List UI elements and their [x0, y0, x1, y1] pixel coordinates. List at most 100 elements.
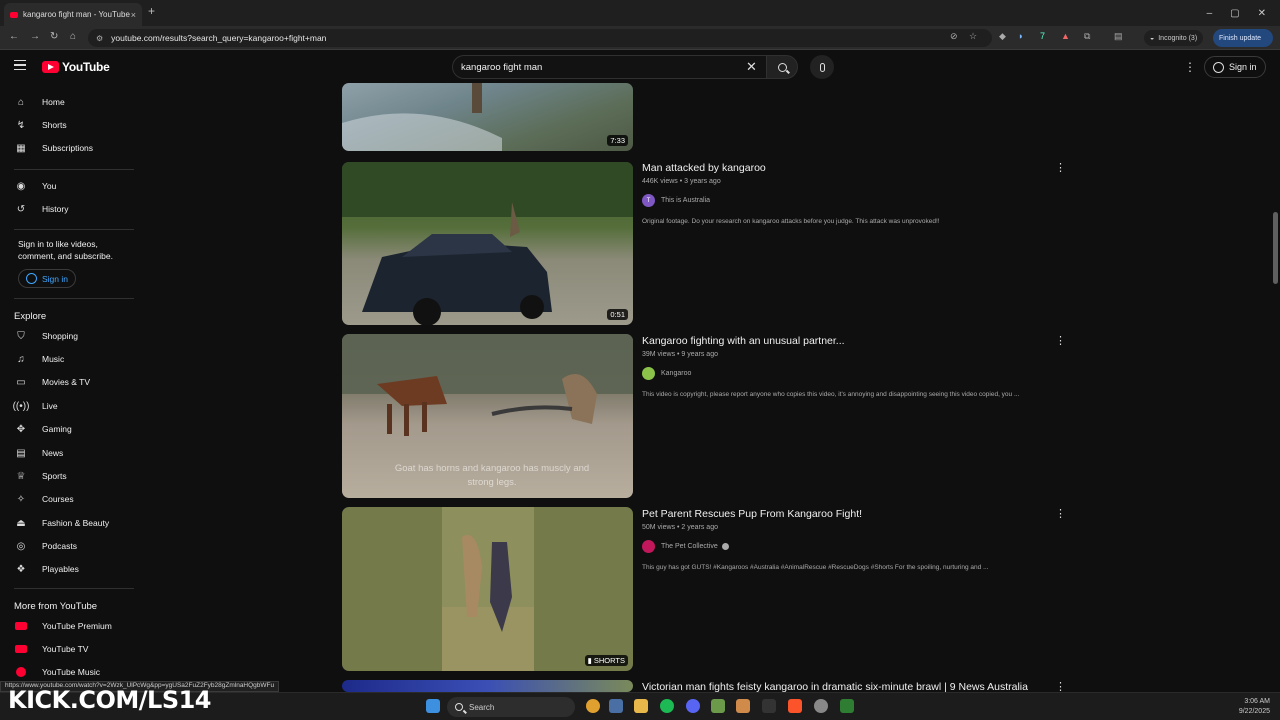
excel-icon[interactable]: [840, 699, 854, 713]
address-url: youtube.com/results?search_query=kangaro…: [111, 33, 327, 43]
more-actions-icon[interactable]: ⋮: [1055, 334, 1066, 347]
video-thumbnail[interactable]: Goat has horns and kangaroo has muscly a…: [342, 334, 633, 498]
video-meta: 50M views • 2 years ago: [642, 524, 718, 531]
page-scrollbar[interactable]: [1273, 212, 1278, 284]
lightbulb-icon: ✧: [16, 493, 26, 505]
sidebar-item-youtube-premium[interactable]: YouTube Premium: [14, 616, 112, 636]
voice-search-button[interactable]: [810, 55, 834, 79]
reload-icon[interactable]: ↻: [50, 31, 58, 42]
sidebar-sign-in-button[interactable]: Sign in: [18, 269, 76, 288]
video-title[interactable]: Man attacked by kangaroo: [642, 162, 766, 174]
podcast-icon: ◎: [16, 540, 26, 552]
minimize-icon[interactable]: –: [1207, 8, 1213, 19]
home-icon[interactable]: ⌂: [70, 31, 76, 42]
hamburger-menu-icon[interactable]: [14, 60, 26, 70]
maximize-icon[interactable]: ▢: [1230, 8, 1239, 19]
more-actions-icon[interactable]: ⋮: [1055, 161, 1066, 174]
sidebar-item-youtube-tv[interactable]: YouTube TV: [14, 639, 88, 659]
channel-link[interactable]: T This is Australia: [642, 194, 710, 207]
sidebar-item-shorts[interactable]: ↯ Shorts: [14, 115, 67, 135]
video-title[interactable]: Kangaroo fighting with an unusual partne…: [642, 335, 845, 347]
extension-icon[interactable]: ◗: [1018, 31, 1023, 41]
sidebar-item-youtube-music[interactable]: YouTube Music: [14, 662, 100, 682]
sidebar-item-gaming[interactable]: ✥ Gaming: [14, 419, 72, 439]
history-icon: ↺: [16, 203, 26, 215]
avatar: T: [642, 194, 655, 207]
terminal-icon[interactable]: [762, 699, 776, 713]
incognito-indicator[interactable]: ◒ Incognito (3): [1144, 30, 1204, 46]
shorts-badge: ▮ SHORTS: [584, 655, 628, 666]
sidebar-item-sports[interactable]: ♕ Sports: [14, 466, 67, 486]
app-icon[interactable]: [814, 699, 828, 713]
video-thumbnail[interactable]: [342, 680, 633, 692]
channel-link[interactable]: Kangaroo: [642, 367, 691, 380]
tab-title: kangaroo fight man - YouTube: [23, 10, 130, 19]
sidebar-item-movies[interactable]: ▭ Movies & TV: [14, 372, 90, 392]
extension-icon[interactable]: ◆: [999, 31, 1006, 42]
new-tab-button[interactable]: +: [148, 4, 155, 18]
extensions-puzzle-icon[interactable]: ⧉: [1084, 31, 1090, 42]
divider: [14, 229, 134, 230]
sign-in-button[interactable]: Sign in: [1204, 56, 1266, 78]
sidebar-item-shopping[interactable]: ⛉ Shopping: [14, 326, 78, 346]
chrome-icon[interactable]: [586, 699, 600, 713]
sidebar-item-fashion[interactable]: ⏏ Fashion & Beauty: [14, 513, 109, 533]
side-panel-icon[interactable]: ▤: [1114, 31, 1123, 42]
video-description: This video is copyright, please report a…: [642, 391, 1020, 398]
browser-tab[interactable]: kangaroo fight man - YouTube ×: [4, 3, 142, 26]
system-clock[interactable]: 3:06 AM 9/22/2025: [1180, 697, 1270, 717]
sidebar-item-subscriptions[interactable]: ▦ Subscriptions: [14, 138, 93, 158]
divider: [14, 298, 134, 299]
more-from-youtube-heading: More from YouTube: [14, 601, 98, 612]
app-icon[interactable]: [711, 699, 725, 713]
tracking-eye-off-icon[interactable]: ⊘: [950, 31, 958, 42]
more-actions-icon[interactable]: ⋮: [1055, 507, 1066, 520]
video-thumbnail[interactable]: 0:51: [342, 162, 633, 325]
forward-icon[interactable]: →: [30, 31, 40, 42]
channel-link[interactable]: The Pet Collective: [642, 540, 729, 553]
app-icon[interactable]: [736, 699, 750, 713]
video-title[interactable]: Pet Parent Rescues Pup From Kangaroo Fig…: [642, 508, 862, 520]
site-info-icon[interactable]: ⚙: [96, 34, 103, 43]
browser-tab-bar: kangaroo fight man - YouTube × + – ▢ ✕: [0, 0, 1280, 26]
sidebar-item-live[interactable]: ((•)) Live: [13, 396, 58, 416]
sidebar-item-playables[interactable]: ❖ Playables: [14, 559, 79, 579]
finish-update-button[interactable]: Finish update: [1213, 29, 1273, 47]
spotify-icon[interactable]: [660, 699, 674, 713]
sidebar-item-music[interactable]: ♫ Music: [14, 349, 64, 369]
sidebar-item-home[interactable]: ⌂ Home: [14, 92, 65, 112]
subscriptions-icon: ▦: [16, 142, 26, 154]
video-thumbnail[interactable]: ▮ SHORTS: [342, 507, 633, 671]
taskview-icon[interactable]: [609, 699, 623, 713]
bookmark-star-icon[interactable]: ☆: [969, 31, 977, 42]
search-button[interactable]: [766, 55, 798, 79]
sidebar-item-history[interactable]: ↺ History: [14, 199, 69, 219]
back-icon[interactable]: ←: [9, 31, 19, 42]
sidebar-item-podcasts[interactable]: ◎ Podcasts: [14, 536, 77, 556]
discord-icon[interactable]: [686, 699, 700, 713]
windows-start-icon[interactable]: [426, 699, 440, 713]
sidebar-item-news[interactable]: ▤ News: [14, 443, 63, 463]
sidebar-item-courses[interactable]: ✧ Courses: [14, 489, 74, 509]
window-controls: – ▢ ✕: [1207, 0, 1280, 26]
search-icon: [777, 62, 787, 72]
search-input[interactable]: kangaroo fight man: [452, 55, 766, 79]
extension-icon[interactable]: ▲: [1061, 31, 1070, 41]
sidebar-item-you[interactable]: ◉ You: [14, 176, 57, 196]
settings-more-icon[interactable]: ⋮: [1184, 60, 1196, 74]
clear-search-icon[interactable]: ✕: [746, 59, 757, 75]
youtube-logo[interactable]: YouTube: [42, 60, 110, 74]
user-circle-icon: [26, 273, 37, 284]
channel-name: This is Australia: [661, 197, 711, 204]
extension-icon[interactable]: 7: [1040, 31, 1045, 41]
taskbar-search[interactable]: Search: [447, 697, 575, 717]
file-explorer-icon[interactable]: [634, 699, 648, 713]
address-bar[interactable]: ⚙ youtube.com/results?search_query=kanga…: [88, 29, 992, 47]
sign-in-prompt: Sign in to like videos, comment, and sub…: [18, 239, 113, 261]
close-window-icon[interactable]: ✕: [1258, 8, 1266, 19]
youtube-music-icon: [14, 665, 28, 679]
tab-close-icon[interactable]: ×: [131, 10, 136, 20]
video-thumbnail[interactable]: 7:33: [342, 83, 633, 151]
brave-icon[interactable]: [788, 699, 802, 713]
incognito-icon: ◒: [1150, 34, 1155, 42]
